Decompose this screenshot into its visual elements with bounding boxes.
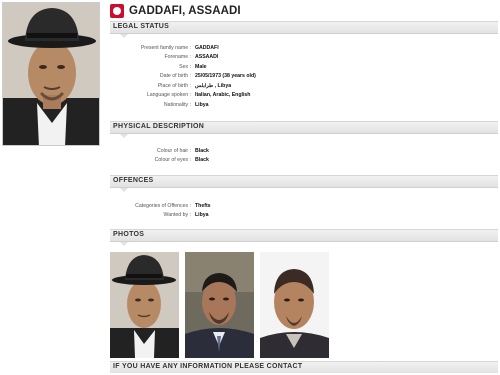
label-family-name: Present family name : xyxy=(140,44,191,51)
value-colour-of-eyes: Black xyxy=(195,157,209,164)
section-legal-status: LEGAL STATUS xyxy=(110,21,498,38)
row-sex: Sex : Male xyxy=(110,62,498,72)
offences-rows: Categories of Offences : Thefts Wanted by… xyxy=(110,201,498,220)
section-title-contact: IF YOU HAVE ANY INFORMATION PLEASE CONTA… xyxy=(113,363,303,370)
notice-header: GADDAFI, ASSAADI xyxy=(110,2,498,20)
label-sex: Sex : xyxy=(179,63,191,70)
label-nationality: Nationality : xyxy=(163,101,191,108)
value-colour-of-hair: Black xyxy=(195,147,209,154)
section-photos: PHOTOS xyxy=(110,229,498,246)
legal-status-rows: Present family name : GADDAFI Forename : A… xyxy=(110,43,498,110)
person-name: GADDAFI, ASSAADI xyxy=(129,5,241,17)
row-place-of-birth: Place of birth : طرابلس , Libya xyxy=(110,81,498,91)
label-colour-of-hair: Colour of hair : xyxy=(156,147,191,154)
row-family-name: Present family name : GADDAFI xyxy=(110,43,498,53)
row-language-spoken: Language spoken : Italian, Arabic, Englis… xyxy=(110,91,498,101)
value-nationality: Libya xyxy=(195,101,209,108)
main-portrait-photo xyxy=(2,2,100,146)
section-title-offences: OFFENCES xyxy=(113,177,154,184)
value-forename: ASSAADI xyxy=(195,54,219,61)
row-date-of-birth: Date of birth : 25/05/1973 (38 years old) xyxy=(110,72,498,82)
photo-gallery xyxy=(110,252,329,358)
photo-thumbnail-suit[interactable] xyxy=(185,252,254,358)
label-language-spoken: Language spoken : xyxy=(146,92,191,99)
label-place-of-birth: Place of birth : xyxy=(157,82,191,89)
section-physical-description: PHYSICAL DESCRIPTION xyxy=(110,121,498,138)
label-wanted-by: Wanted by : xyxy=(163,212,192,219)
red-notice-icon xyxy=(110,4,124,18)
value-place-of-birth: طرابلس , Libya xyxy=(195,82,232,89)
label-date-of-birth: Date of birth : xyxy=(159,73,191,80)
photo-thumbnail-hat[interactable] xyxy=(110,252,179,358)
row-colour-of-hair: Colour of hair : Black xyxy=(110,146,498,156)
label-forename: Forename : xyxy=(164,54,191,61)
section-title-photos: PHOTOS xyxy=(113,231,145,238)
label-colour-of-eyes: Colour of eyes : xyxy=(154,157,191,164)
value-categories-of-offences: Thefts xyxy=(195,202,211,209)
row-wanted-by: Wanted by : Libya xyxy=(110,211,498,221)
value-language-spoken: Italian, Arabic, English xyxy=(195,92,251,99)
photo-thumbnail-shaved[interactable] xyxy=(260,252,329,358)
section-title-physical-description: PHYSICAL DESCRIPTION xyxy=(113,123,205,130)
row-forename: Forename : ASSAADI xyxy=(110,53,498,63)
value-date-of-birth: 25/05/1973 (38 years old) xyxy=(195,73,256,80)
value-sex: Male xyxy=(195,63,207,70)
row-categories-of-offences: Categories of Offences : Thefts xyxy=(110,201,498,211)
physical-description-rows: Colour of hair : Black Colour of eyes : Bl… xyxy=(110,146,498,165)
value-wanted-by: Libya xyxy=(195,212,209,219)
row-colour-of-eyes: Colour of eyes : Black xyxy=(110,156,498,166)
section-offences: OFFENCES xyxy=(110,175,498,192)
label-categories-of-offences: Categories of Offences : xyxy=(135,202,191,209)
value-family-name: GADDAFI xyxy=(195,44,219,51)
row-nationality: Nationality : Libya xyxy=(110,100,498,110)
section-title-legal-status: LEGAL STATUS xyxy=(113,23,170,30)
section-contact: IF YOU HAVE ANY INFORMATION PLEASE CONTA… xyxy=(110,361,498,373)
